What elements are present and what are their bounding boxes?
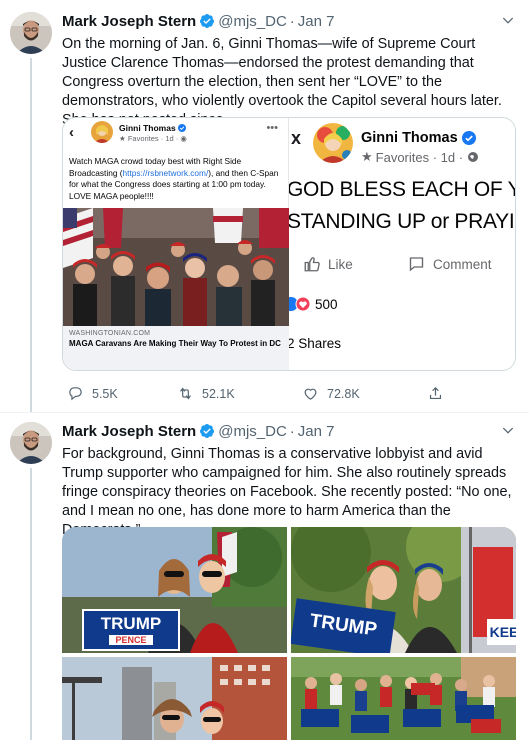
star-icon: ★ <box>361 149 373 164</box>
tweet-media[interactable]: ‹ Ginni Thomas ★ Favorites · 1d · ◉ ••• … <box>62 117 516 371</box>
tweet-header: Mark Joseph Stern @mjs_DC · Jan 7 <box>62 11 334 31</box>
photo[interactable] <box>62 657 287 740</box>
like-button: Like <box>303 255 353 273</box>
post-link: https://rsbnetwork.com/ <box>122 167 209 178</box>
share-icon <box>429 386 442 400</box>
post-text: Watch MAGA crowd today best with Right S… <box>69 156 279 201</box>
fb-verified-icon <box>177 124 186 132</box>
photo[interactable]: TRUMP PENCE <box>62 527 287 653</box>
photo-grid[interactable]: TRUMP PENCE TRUMP KEE <box>62 527 516 740</box>
separator-dot: · <box>289 12 295 30</box>
poster-avatar <box>313 123 353 163</box>
poster-name: Ginni Thomas <box>119 123 186 133</box>
close-icon: x <box>291 128 302 148</box>
poster-meta: ★ Favorites · 1d · <box>361 149 479 165</box>
more-options-chevron-icon[interactable] <box>499 422 517 440</box>
facebook-post-crop: x Ginni Thomas ★ Favorites · 1d · GOD BL… <box>289 118 516 370</box>
back-arrow-icon: ‹ <box>69 124 74 141</box>
verified-badge-icon <box>200 14 215 28</box>
author-name[interactable]: Mark Joseph Stern <box>62 423 196 440</box>
tweet[interactable]: Mark Joseph Stern @mjs_DC · Jan 7 On the… <box>0 0 529 412</box>
tweet-date[interactable]: Jan 7 <box>298 13 335 30</box>
poster-name: Ginni Thomas <box>361 130 476 146</box>
facebook-post-screenshot: ‹ Ginni Thomas ★ Favorites · 1d · ◉ ••• … <box>63 118 289 370</box>
author-name[interactable]: Mark Joseph Stern <box>62 13 196 30</box>
tweet-actions: 5.5K 52.1K 72.8K <box>62 385 462 405</box>
retweet-icon <box>180 387 191 400</box>
link-card: WASHINGTONIAN.COM MAGA Caravans Are Maki… <box>63 326 289 370</box>
like-button[interactable]: 72.8K <box>302 385 360 402</box>
more-icon: ••• <box>266 122 278 134</box>
fb-verified-icon <box>461 131 476 145</box>
tweet[interactable]: Mark Joseph Stern @mjs_DC · Jan 7 For ba… <box>0 412 529 740</box>
reaction-count: 500 <box>289 296 338 312</box>
link-card-domain: WASHINGTONIAN.COM <box>69 330 151 337</box>
more-options-chevron-icon[interactable] <box>499 12 517 30</box>
link-card-headline: MAGA Caravans Are Making Their Way To Pr… <box>69 339 281 348</box>
tweet-header: Mark Joseph Stern @mjs_DC · Jan 7 <box>62 421 334 441</box>
thread-line <box>30 58 32 412</box>
tweet-text: For background, Ginni Thomas is a conser… <box>62 446 512 538</box>
globe-icon <box>468 152 479 162</box>
avatar[interactable] <box>10 422 52 464</box>
post-text-line: STANDING UP or PRAYI <box>289 210 515 233</box>
poster-avatar <box>91 121 113 143</box>
share-button[interactable] <box>427 385 452 402</box>
avatar[interactable] <box>10 12 52 54</box>
heart-icon <box>304 388 317 400</box>
retweet-button[interactable]: 52.1K <box>177 385 235 402</box>
reply-icon <box>69 387 82 401</box>
separator-dot: · <box>289 422 295 440</box>
poster-meta: ★ Favorites · 1d · ◉ <box>119 134 187 143</box>
tweet-text: On the morning of Jan. 6, Ginni Thomas—w… <box>62 36 502 128</box>
share-count: 2 Shares <box>289 336 342 351</box>
comment-button: Comment <box>407 255 492 273</box>
thread-line <box>30 468 32 740</box>
reactions-icon <box>289 296 311 312</box>
campaign-sign: KEE <box>487 619 516 645</box>
author-handle[interactable]: @mjs_DC <box>218 423 287 440</box>
thumbs-up-icon <box>304 257 320 272</box>
verified-badge-icon <box>200 424 215 438</box>
photo[interactable]: TRUMP KEE <box>291 527 516 653</box>
reply-button[interactable]: 5.5K <box>67 385 118 402</box>
tweet-date[interactable]: Jan 7 <box>298 423 335 440</box>
post-text-line: GOD BLESS EACH OF Y <box>289 178 516 201</box>
crowd-photo <box>63 208 289 326</box>
author-handle[interactable]: @mjs_DC <box>218 13 287 30</box>
campaign-sign: TRUMP PENCE <box>82 609 180 651</box>
photo[interactable] <box>291 657 516 740</box>
comment-icon <box>409 257 424 272</box>
